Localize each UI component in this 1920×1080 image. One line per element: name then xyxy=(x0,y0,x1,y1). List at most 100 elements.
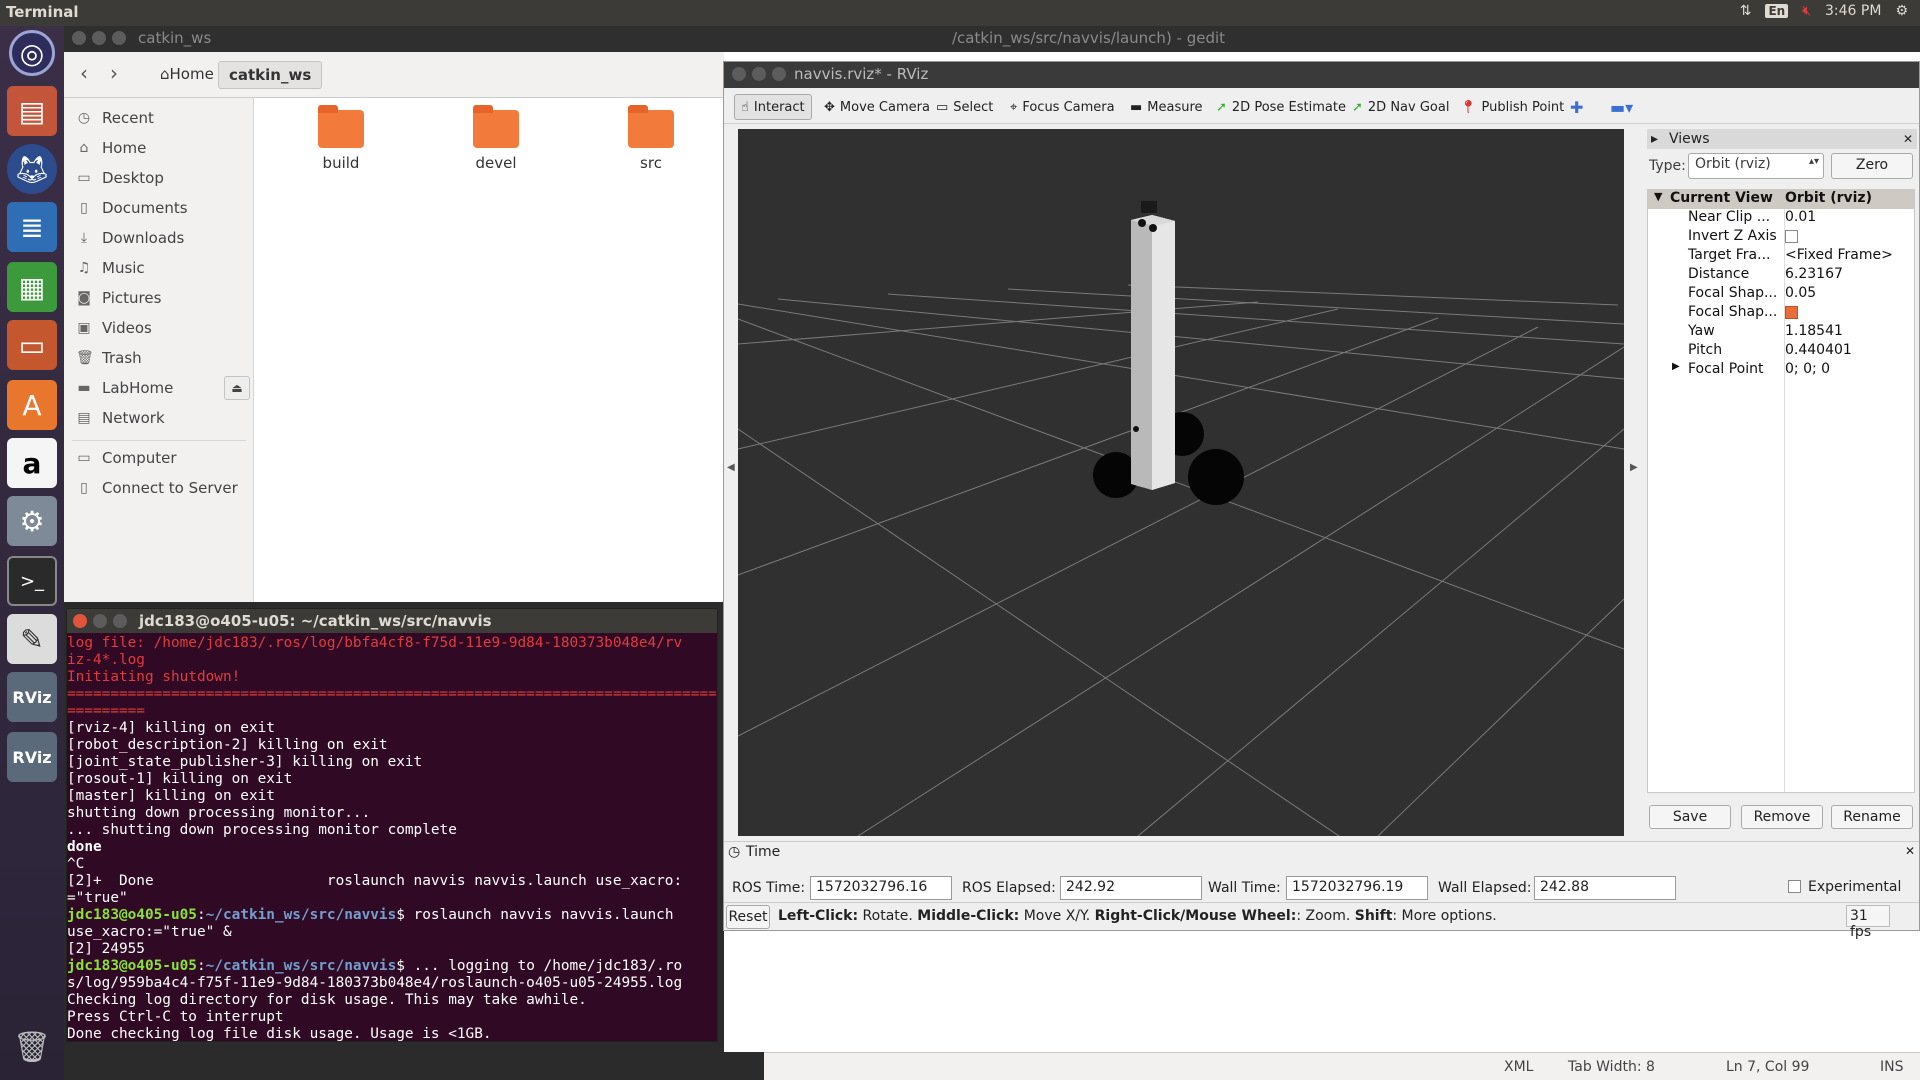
tab-width-selector[interactable]: Tab Width: 8 xyxy=(1568,1059,1655,1075)
wall-time-field[interactable]: 1572032796.19 xyxy=(1286,876,1428,900)
tree-row-focal-shape-size[interactable]: Focal Shap... 0.05 xyxy=(1648,285,1914,304)
rviz-icon[interactable]: RViz xyxy=(7,672,57,722)
keyboard-layout-indicator[interactable]: En xyxy=(1765,4,1789,18)
maximize-button[interactable] xyxy=(772,67,786,81)
wall-elapsed-field[interactable]: 242.88 xyxy=(1534,876,1676,900)
folder-build[interactable]: build xyxy=(286,105,396,172)
sidebar-item-network[interactable]: ▤ Network xyxy=(64,404,254,432)
sidebar-item-documents[interactable]: ▯ Documents xyxy=(64,194,254,222)
gear-icon[interactable]: ⚙ xyxy=(1895,3,1908,19)
focal-shape-checkbox[interactable] xyxy=(1785,305,1798,319)
expand-arrow-icon[interactable]: ▼ xyxy=(1654,190,1662,203)
remove-view-button[interactable]: Remove xyxy=(1741,805,1823,829)
rviz-icon[interactable]: RViz xyxy=(7,732,57,782)
tree-row-yaw[interactable]: Yaw 1.18541 xyxy=(1648,323,1914,342)
terminal-icon[interactable]: >_ xyxy=(7,556,57,606)
language-selector[interactable]: XML xyxy=(1504,1059,1533,1075)
rename-view-button[interactable]: Rename xyxy=(1831,805,1913,829)
close-icon[interactable]: ✕ xyxy=(1905,844,1915,858)
system-settings-icon[interactable]: ⚙ xyxy=(7,496,57,546)
drive-icon: ▬ xyxy=(77,380,91,396)
remove-tool-icon[interactable]: ▬▾ xyxy=(1604,94,1639,120)
impress-icon[interactable]: ▭ xyxy=(7,320,57,370)
add-tool-icon[interactable]: ✚ xyxy=(1564,94,1589,120)
location-pin-icon: 📍︎ xyxy=(1460,99,1477,115)
sidebar-item-trash[interactable]: 🗑 Trash xyxy=(64,344,254,372)
gedit-window-title: /catkin_ws/src/navvis/launch) - gedit xyxy=(952,29,1226,47)
folder-devel[interactable]: devel xyxy=(441,105,551,172)
tree-row-current-view[interactable]: ▼ Current View Orbit (rviz) xyxy=(1648,190,1914,209)
back-icon[interactable]: ‹ xyxy=(80,61,88,85)
tree-row-distance[interactable]: Distance 6.23167 xyxy=(1648,266,1914,285)
eject-icon[interactable]: ⏏ xyxy=(224,376,250,400)
tool-focus-camera[interactable]: ⌖ Focus Camera xyxy=(1004,94,1121,120)
view-type-dropdown[interactable]: Orbit (rviz) ▴▾ xyxy=(1688,153,1824,179)
close-button[interactable] xyxy=(73,614,87,628)
maximize-button[interactable] xyxy=(112,31,126,45)
sidebar-item-computer[interactable]: ▭ Computer xyxy=(64,444,254,472)
tree-row-near-clip[interactable]: Near Clip ... 0.01 xyxy=(1648,209,1914,228)
home-icon: ⌂ xyxy=(79,140,89,156)
sidebar-item-videos[interactable]: ▣ Videos xyxy=(64,314,254,342)
expand-arrow-icon[interactable]: ▶ xyxy=(1672,361,1680,372)
breadcrumb-home[interactable]: ⌂Home xyxy=(150,61,224,89)
sidebar-item-music[interactable]: ♫ Music xyxy=(64,254,254,282)
reset-button[interactable]: Reset xyxy=(726,905,770,929)
tree-row-target-frame[interactable]: Target Fra... <Fixed Frame> xyxy=(1648,247,1914,266)
tool-2d-pose-estimate[interactable]: ➚ 2D Pose Estimate xyxy=(1210,94,1352,120)
invert-z-checkbox[interactable] xyxy=(1785,229,1798,243)
sidebar-item-downloads[interactable]: ⤓ Downloads xyxy=(64,224,254,252)
music-icon: ♫ xyxy=(77,260,91,276)
close-icon[interactable]: ✕ xyxy=(1903,129,1913,149)
maximize-button[interactable] xyxy=(113,614,127,628)
sidebar-item-recent[interactable]: ◷ Recent xyxy=(64,104,254,132)
files-icon[interactable]: ▤ xyxy=(7,86,57,136)
folder-src[interactable]: src xyxy=(596,105,706,172)
close-button[interactable] xyxy=(732,67,746,81)
close-button[interactable] xyxy=(72,31,86,45)
trash-icon[interactable]: 🗑 xyxy=(7,1022,57,1072)
minimize-button[interactable] xyxy=(92,31,106,45)
experimental-checkbox[interactable] xyxy=(1788,880,1801,893)
tool-2d-nav-goal[interactable]: ➚ 2D Nav Goal xyxy=(1346,94,1455,120)
ros-time-field[interactable]: 1572032796.16 xyxy=(810,876,952,900)
tool-publish-point[interactable]: 📍︎ Publish Point xyxy=(1454,94,1570,120)
clock[interactable]: 3:46 PM xyxy=(1825,3,1881,19)
volume-muted-icon[interactable]: 🔇︎ xyxy=(1802,3,1811,19)
minimize-button[interactable] xyxy=(752,67,766,81)
views-panel-header: ▸ Views ✕ xyxy=(1647,129,1917,149)
calc-icon[interactable]: ▦ xyxy=(7,262,57,312)
zero-button[interactable]: Zero xyxy=(1831,153,1913,179)
tree-row-pitch[interactable]: Pitch 0.440401 xyxy=(1648,342,1914,361)
ubuntu-dash-icon[interactable]: ◎ xyxy=(9,30,55,76)
gedit-icon[interactable]: ✎ xyxy=(7,614,57,664)
breadcrumb-current[interactable]: catkin_ws xyxy=(218,61,323,89)
tree-row-invert-z[interactable]: Invert Z Axis xyxy=(1648,228,1914,247)
tool-interact[interactable]: ☝ Interact xyxy=(734,94,812,120)
right-splitter-arrow-icon[interactable]: ▶ xyxy=(1630,462,1638,473)
left-splitter-arrow-icon[interactable]: ◀ xyxy=(727,462,735,473)
software-center-icon[interactable]: A xyxy=(7,380,57,430)
forward-icon[interactable]: › xyxy=(110,61,118,85)
network-arrows-icon[interactable]: ⇅ xyxy=(1740,3,1752,19)
amazon-icon[interactable]: a xyxy=(7,438,57,488)
save-view-button[interactable]: Save xyxy=(1649,805,1731,829)
minimize-button[interactable] xyxy=(93,614,107,628)
time-panel-title: Time xyxy=(746,844,781,860)
tool-measure[interactable]: ▬ Measure xyxy=(1124,94,1209,120)
sidebar-item-home[interactable]: ⌂ Home xyxy=(64,134,254,162)
terminal-output[interactable]: log file: /home/jdc183/.ros/log/bbfa4cf8… xyxy=(67,635,717,1043)
tree-row-focal-point[interactable]: ▶ Focal Point 0; 0; 0 xyxy=(1648,361,1914,380)
sidebar-item-connect-server[interactable]: ▯ Connect to Server xyxy=(64,474,254,502)
tree-row-focal-shape-fixed[interactable]: Focal Shap... xyxy=(1648,304,1914,323)
tool-select[interactable]: ▭ Select xyxy=(930,94,999,120)
tool-move-camera[interactable]: ✥ Move Camera xyxy=(818,94,936,120)
sidebar-item-desktop[interactable]: ▭ Desktop xyxy=(64,164,254,192)
sidebar-item-labhome[interactable]: ▬ LabHome ⏏ xyxy=(64,374,254,402)
writer-icon[interactable]: ≣ xyxy=(7,202,57,252)
prompt-user: jdc183@o405-u05 xyxy=(67,958,197,974)
firefox-icon[interactable]: 🦊︎ xyxy=(7,144,57,194)
3d-viewport[interactable] xyxy=(738,129,1624,836)
ros-elapsed-field[interactable]: 242.92 xyxy=(1060,876,1202,900)
sidebar-item-pictures[interactable]: ◙ Pictures xyxy=(64,284,254,312)
